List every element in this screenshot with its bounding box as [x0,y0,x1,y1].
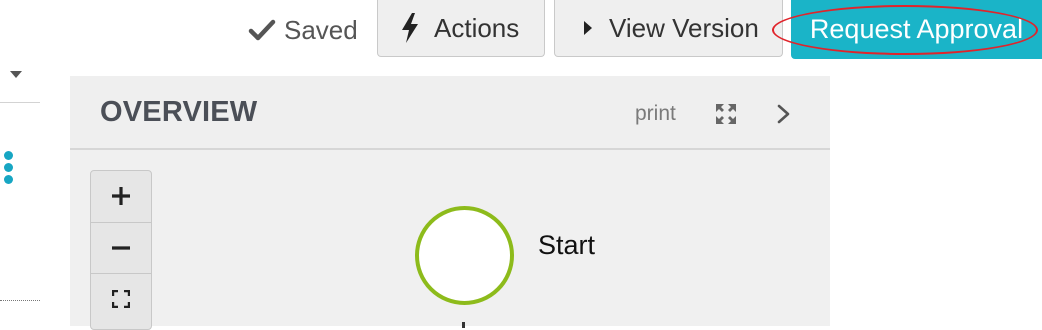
print-link[interactable]: print [635,102,676,126]
view-version-label: View Version [609,12,759,43]
diagram-canvas[interactable]: Start [70,150,830,330]
fit-to-screen-icon [112,290,130,308]
left-sidebar [0,70,70,326]
plus-icon [112,187,130,205]
zoom-in-button[interactable] [91,171,151,221]
saved-status: Saved [248,12,358,48]
minus-icon [112,246,130,250]
divider [0,102,40,103]
checkmark-icon [248,19,276,41]
kebab-menu-icon[interactable] [4,151,16,185]
request-approval-button[interactable]: Request Approval [791,0,1042,59]
actions-label: Actions [434,12,520,43]
lightning-bolt-icon [402,13,418,43]
fit-to-screen-button[interactable] [91,273,151,324]
saved-label: Saved [284,14,358,45]
top-toolbar: Saved Actions View Version Request Appro… [0,0,1042,72]
expand-arrows-icon[interactable] [715,103,737,125]
panel-title: OVERVIEW [100,96,258,128]
actions-button[interactable]: Actions [377,0,545,57]
start-node-label: Start [538,230,596,260]
overview-panel: OVERVIEW print Start [70,76,830,330]
request-approval-label: Request Approval [809,14,1024,44]
zoom-controls [90,170,152,330]
chevron-down-icon[interactable] [9,70,23,80]
start-node[interactable] [415,206,514,305]
view-version-button[interactable]: View Version [554,0,783,57]
dotted-divider [0,300,40,301]
zoom-out-button[interactable] [91,222,151,273]
caret-right-icon [584,21,592,35]
chevron-right-icon[interactable] [777,104,791,124]
flow-connector [462,322,465,328]
